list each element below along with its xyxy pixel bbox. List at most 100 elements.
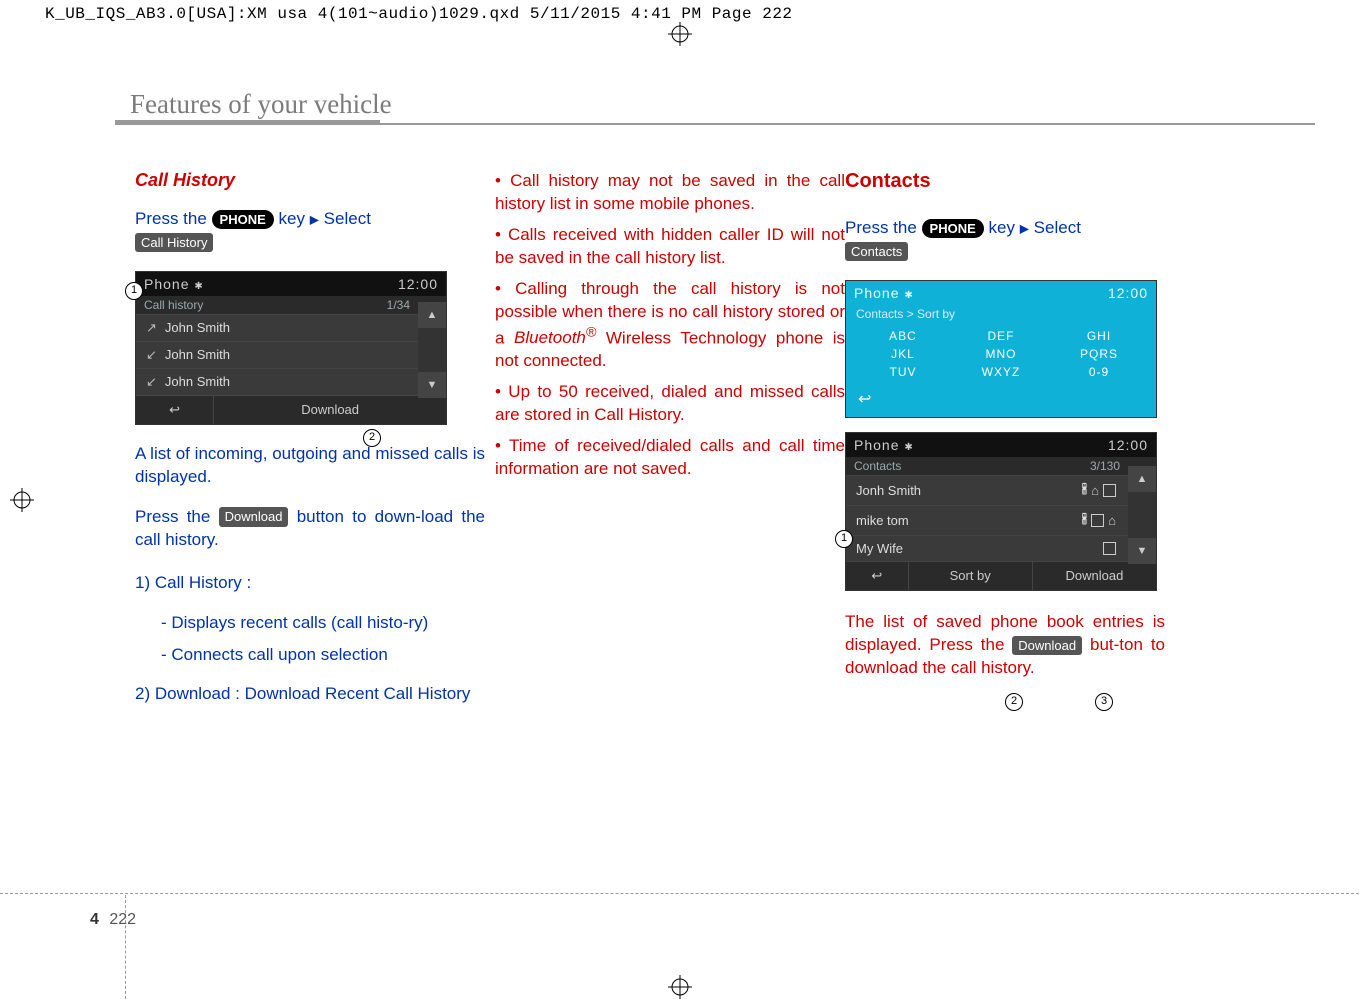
text: Press the <box>845 218 922 237</box>
phone-key-pill: PHONE <box>922 219 984 239</box>
phone-key-pill: PHONE <box>212 210 274 230</box>
contact-name: My Wife <box>856 541 1101 556</box>
sort-cell: 0-9 <box>1052 365 1146 379</box>
text: Select <box>324 209 371 228</box>
shot-sub: Contacts 3/130 <box>846 457 1156 475</box>
contact-name: mike tom <box>856 513 1080 528</box>
chapter-number: 4 <box>90 911 99 928</box>
contact-row: Jonh Smith <box>846 475 1128 505</box>
sortby-button: Sort by <box>908 562 1032 590</box>
shot-titlebar: Phone ✱ 12:00 <box>846 433 1156 457</box>
home-icon <box>1106 513 1118 528</box>
section-title: Features of your vehicle <box>130 89 392 120</box>
scroll-col: ▲ ▼ <box>418 302 446 398</box>
download-button: Download <box>213 396 446 424</box>
scroll-col: ▲ ▼ <box>1128 466 1156 564</box>
print-header-line: K_UB_IQS_AB3.0[USA]:XM usa 4(101~audio)1… <box>45 5 793 23</box>
call-name: John Smith <box>165 320 230 335</box>
registration-mark-left <box>10 488 34 512</box>
column-3: Contacts Press the PHONE key ▶ Select Co… <box>845 170 1165 697</box>
contacts-sort-screenshot: Phone ✱ 12:00 Contacts > Sort by ABC DEF… <box>845 280 1157 418</box>
shot-sub-label: Call history <box>144 298 203 312</box>
back-button: ↩ <box>846 562 908 590</box>
call-history-screenshot: Phone ✱ 12:00 Call history 1/34 ↗ John Sm… <box>135 271 447 425</box>
text: Select <box>1034 218 1081 237</box>
contacts-heading: Contacts <box>845 170 1165 193</box>
sort-cell: ABC <box>856 329 950 343</box>
bluetooth-word: Bluetooth® <box>514 328 596 347</box>
text: key <box>279 209 310 228</box>
callout-2: 2 <box>363 429 381 447</box>
note-item: Up to 50 received, dialed and missed cal… <box>495 381 845 427</box>
download-button: Download <box>1032 562 1156 590</box>
shot-titlebar: Phone ✱ 12:00 <box>136 272 446 296</box>
contact-row: My Wife <box>846 535 1128 561</box>
sort-cell: JKL <box>856 347 950 361</box>
shot-titlebar: Phone ✱ 12:00 <box>846 281 1156 305</box>
column-2: Call history may not be saved in the cal… <box>495 170 845 489</box>
note-item: Calls received with hidden caller ID wil… <box>495 224 845 270</box>
shot-app-title: Phone ✱ <box>854 285 914 301</box>
outgoing-call-icon: ↗ <box>146 320 157 336</box>
contacts-para: The list of saved phone book entries is … <box>845 611 1165 680</box>
item-1-heading: 1) Call History : <box>135 572 485 595</box>
scroll-up-icon: ▲ <box>418 302 446 328</box>
back-button: ↩ <box>846 383 1156 417</box>
section-rule <box>115 123 1315 125</box>
call-name: John Smith <box>165 374 230 389</box>
arrow-right-icon: ▶ <box>1020 221 1029 235</box>
download-pill: Download <box>1012 636 1082 656</box>
sort-grid: ABC DEF GHI JKL MNO PQRS TUV WXYZ 0-9 <box>846 323 1156 383</box>
contacts-press-line: Press the PHONE key ▶ Select Contacts <box>845 217 1165 263</box>
scroll-down-icon: ▼ <box>418 372 446 398</box>
home-icon <box>1089 483 1101 498</box>
callout-1: 1 <box>125 282 143 300</box>
shot-footer: ↩ Download <box>136 395 446 424</box>
registration-mark-top <box>668 22 692 46</box>
page-footer: 4 222 <box>90 911 136 929</box>
shot-time: 12:00 <box>1108 437 1148 453</box>
contacts-pill: Contacts <box>845 242 908 262</box>
shot-time: 12:00 <box>1108 285 1148 301</box>
call-history-para2: Press the Download button to down-load t… <box>135 506 485 552</box>
back-button: ↩ <box>136 396 213 424</box>
registration-mark-bottom <box>668 975 692 999</box>
note-item: Call history may not be saved in the cal… <box>495 170 845 216</box>
shot-app-title: Phone ✱ <box>854 437 914 453</box>
arrow-right-icon: ▶ <box>310 212 319 226</box>
office-icon <box>1103 484 1116 497</box>
call-row: ↙ John Smith <box>136 341 418 368</box>
call-name: John Smith <box>165 347 230 362</box>
call-history-pill: Call History <box>135 233 213 253</box>
callout-2: 2 <box>1005 693 1023 711</box>
contact-name: Jonh Smith <box>856 483 1080 498</box>
note-item: Time of received/dialed calls and call t… <box>495 435 845 481</box>
shot-footer: ↩ Sort by Download <box>846 561 1156 590</box>
scroll-down-icon: ▼ <box>1128 538 1156 564</box>
mobile-icon <box>1080 481 1090 500</box>
column-1: Call History Press the PHONE key ▶ Selec… <box>135 170 485 723</box>
sort-cell: GHI <box>1052 329 1146 343</box>
incoming-call-icon: ↙ <box>146 374 157 390</box>
cut-line-h <box>0 893 1359 894</box>
page-number: 222 <box>109 911 136 928</box>
shot-sub: Call history 1/34 <box>136 296 446 314</box>
contacts-list-screenshot: Phone ✱ 12:00 Contacts 3/130 Jonh Smith … <box>845 432 1157 591</box>
mobile-icon <box>1080 511 1090 530</box>
office-icon <box>1091 514 1104 527</box>
callout-1: 1 <box>835 530 853 548</box>
sort-cell: MNO <box>954 347 1048 361</box>
callout-3: 3 <box>1095 693 1113 711</box>
call-history-heading: Call History <box>135 170 485 191</box>
call-history-press-line: Press the PHONE key ▶ Select Call Histor… <box>135 208 485 254</box>
item-1b: - Connects call upon selection <box>135 644 485 667</box>
office-icon <box>1103 542 1116 555</box>
shot-app-title: Phone ✱ <box>144 276 204 292</box>
text: Press the <box>135 507 219 526</box>
call-row: ↗ John Smith <box>136 314 418 341</box>
sort-cell: TUV <box>856 365 950 379</box>
incoming-call-icon: ↙ <box>146 347 157 363</box>
shot-time: 12:00 <box>398 276 438 292</box>
sort-cell: PQRS <box>1052 347 1146 361</box>
text: key <box>989 218 1020 237</box>
